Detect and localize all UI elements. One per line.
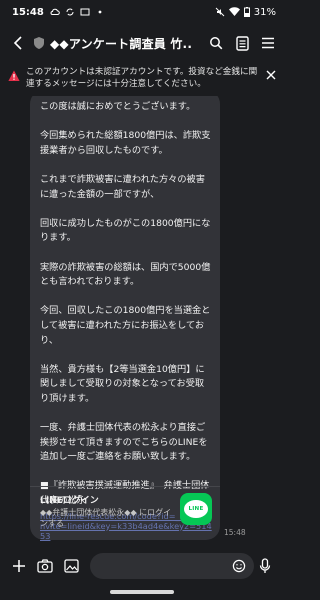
warning-close-button[interactable]	[264, 68, 278, 82]
battery-icon	[243, 7, 250, 17]
sync-icon	[66, 8, 74, 16]
home-gesture-pill[interactable]	[110, 590, 174, 594]
image-icon	[63, 559, 79, 573]
message-paragraph: 回収に成功したものがこの1800億円になります。	[40, 217, 211, 244]
message-input-bar	[0, 548, 284, 584]
camera-icon	[37, 559, 53, 573]
message-timestamp: 15:48	[224, 528, 246, 537]
cast-icon	[80, 8, 90, 16]
warning-text: このアカウントは未認証アカウントです。投資など金銭に関連するメッセージには十分注…	[26, 67, 258, 89]
status-bar: 15:48 31%	[0, 0, 284, 24]
search-icon	[210, 37, 223, 50]
dot-icon	[98, 10, 102, 14]
message-paragraph: この度は誠におめでとうございます。	[40, 101, 196, 112]
account-badge	[32, 35, 46, 51]
line-logo: LINE	[180, 493, 212, 525]
chat-header: ◆◆アンケート調査員 竹...	[0, 24, 284, 62]
notes-button[interactable]	[232, 32, 252, 54]
message-paragraph: 実際の詐欺被害の総額は、国内で5000億とも言われております。	[40, 261, 211, 288]
message-paragraph: 当然、貴方様も【2等当選金10億円】に関しまして受取りの対象となってお受取り頂け…	[40, 363, 205, 404]
image-button[interactable]	[60, 555, 82, 577]
back-button[interactable]	[8, 31, 28, 55]
cloud-icon	[50, 8, 60, 15]
line-login-card[interactable]: LINEログイン ◆◆弁護士団体代表松永◆◆ にログインする LINE	[30, 486, 220, 540]
plus-button[interactable]	[8, 555, 30, 577]
chat-area[interactable]: この度は誠におめでとうございます。 今回集められた総額1800億円は、詐欺支援業…	[0, 96, 284, 548]
notes-icon	[235, 35, 249, 51]
link-card-description: ◆◆弁護士団体代表松永◆◆ にログインする	[40, 508, 172, 528]
plus-icon	[13, 560, 25, 572]
message-bubble[interactable]: この度は誠におめでとうございます。 今回集められた総額1800億円は、詐欺支援業…	[30, 96, 220, 541]
close-icon	[266, 70, 276, 80]
battery-level: 31%	[253, 6, 276, 18]
mute-icon	[215, 7, 225, 17]
unverified-warning: このアカウントは未認証アカウントです。投資など金銭に関連するメッセージには十分注…	[0, 64, 284, 94]
mic-icon	[259, 558, 271, 573]
system-nav-bar	[0, 584, 284, 600]
menu-button[interactable]	[258, 32, 278, 54]
wifi-icon	[228, 7, 240, 16]
message-paragraph: これまで詐欺被害に遭われた方々の被害に遭った金額の一部ですが、	[40, 173, 205, 200]
menu-icon	[262, 37, 274, 49]
camera-button[interactable]	[34, 555, 56, 577]
line-logo-text: LINE	[184, 500, 208, 518]
chat-title[interactable]: ◆◆アンケート調査員 竹...	[50, 35, 192, 52]
status-time: 15:48	[12, 6, 44, 18]
back-arrow-icon	[13, 36, 22, 50]
emoji-icon[interactable]	[232, 559, 246, 573]
message-paragraph: 今回、回収したこの1800億円を当選金として被害に遭われた方にお振込をしており、	[40, 305, 211, 346]
message-input[interactable]	[90, 553, 254, 579]
search-button[interactable]	[206, 32, 226, 54]
message-paragraph: 一度、弁護士団体代表の松永より直接ご挨拶させて頂きますのでこちらのLINEを追加…	[40, 422, 208, 463]
voice-button[interactable]	[254, 555, 276, 577]
warning-triangle-icon	[8, 70, 20, 81]
shield-badge-icon	[34, 37, 44, 49]
message-paragraph: 今回集められた総額1800億円は、詐欺支援業者から回収したものです。	[40, 130, 211, 156]
